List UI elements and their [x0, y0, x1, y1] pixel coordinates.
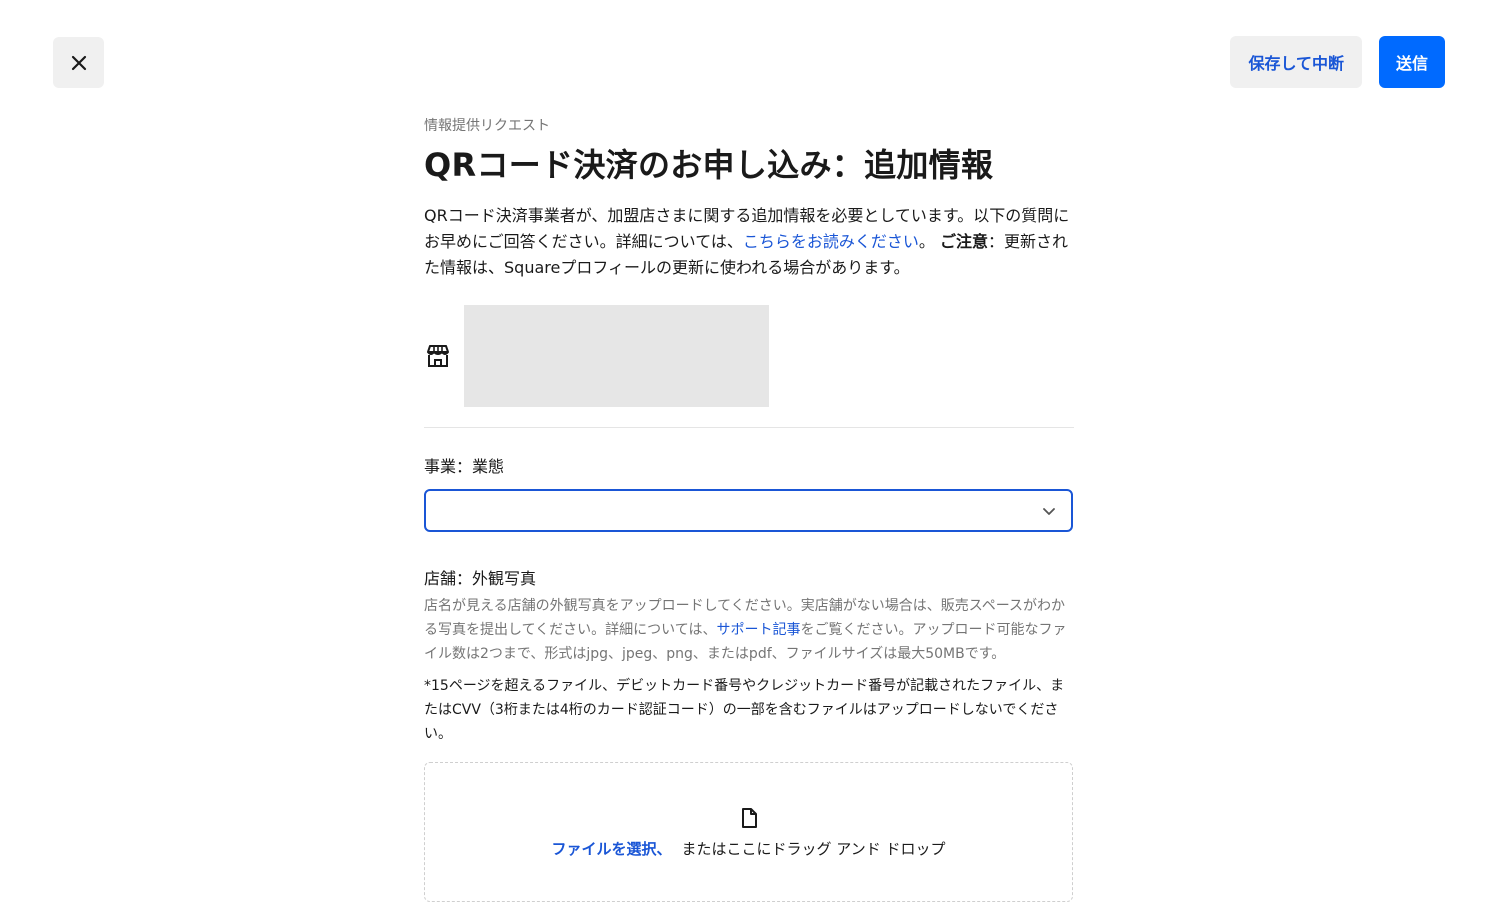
header-actions: 保存して中断 送信 [1230, 36, 1445, 88]
exterior-photo-help: 店名が見える店舗の外観写真をアップロードしてください。実店舗がない場合は、販売ス… [424, 594, 1074, 666]
business-type-select[interactable] [424, 489, 1073, 532]
store-name-placeholder [464, 305, 769, 407]
submit-button[interactable]: 送信 [1378, 36, 1445, 88]
chevron-down-icon [1043, 508, 1055, 515]
business-type-label: 事業：業態 [424, 457, 505, 476]
main-content: 情報提供リクエスト QRコード決済のお申し込み：追加情報 QRコード決済事業者が… [424, 116, 1074, 902]
section-divider [424, 427, 1074, 428]
storefront-icon [427, 345, 449, 367]
page-eyebrow: 情報提供リクエスト [424, 118, 550, 134]
choose-file-link[interactable]: ファイルを選択、 [552, 840, 672, 858]
close-button[interactable] [53, 37, 104, 88]
intro-text-part2: 。 [918, 232, 940, 251]
file-dropzone[interactable]: ファイルを選択、 またはここにドラッグ アンド ドロップ [424, 762, 1073, 902]
save-and-exit-button[interactable]: 保存して中断 [1230, 36, 1362, 88]
page-title: QRコード決済のお申し込み：追加情報 [424, 146, 994, 184]
intro-text: QRコード決済事業者が、加盟店さまに関する追加情報を必要としています。以下の質問… [424, 203, 1074, 281]
close-icon [71, 55, 86, 70]
upload-warning: *15ページを超えるファイル、デビットカード番号やクレジットカード番号が記載され… [424, 678, 1065, 742]
store-info-row [424, 305, 1074, 407]
exterior-photo-label: 店舗：外観写真 [424, 569, 537, 588]
file-icon [741, 808, 757, 828]
notice-label: ご注意 [940, 232, 989, 251]
read-more-link[interactable]: こちらをお読みください [743, 232, 919, 251]
dropzone-text: ファイルを選択、 またはここにドラッグ アンド ドロップ [552, 839, 946, 859]
support-article-link[interactable]: サポート記事 [716, 622, 800, 638]
drag-drop-text: またはここにドラッグ アンド ドロップ [681, 840, 946, 858]
